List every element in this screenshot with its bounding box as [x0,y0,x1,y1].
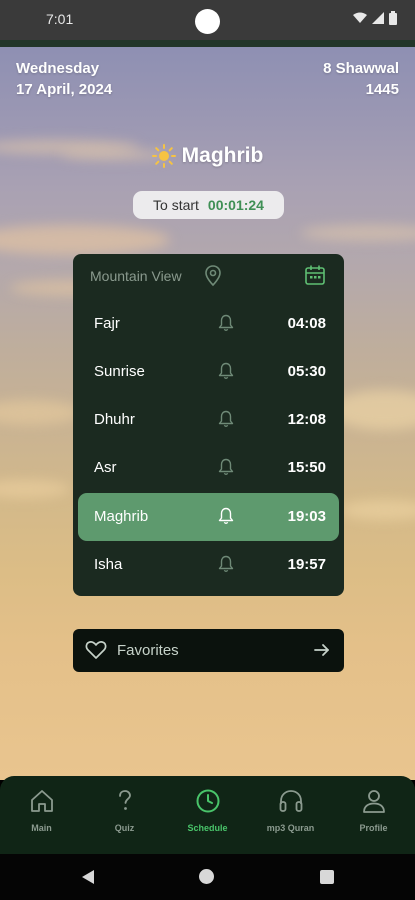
current-prayer: Maghrib [0,144,415,168]
nav-label: Profile [359,823,388,833]
nav-mp3-quran[interactable]: mp3 Quran [249,776,332,854]
status-time: 7:01 [46,11,74,27]
prayer-schedule-card: Mountain View Fajr 04:08 Sunrise 05:30 D… [73,254,344,596]
countdown-badge: To start 00:01:24 [133,191,284,219]
nav-main[interactable]: Main [0,776,83,854]
prayer-time: 05:30 [287,363,326,380]
prayer-time: 04:08 [287,315,326,332]
wifi-icon [353,12,367,23]
prayer-name: Fajr [94,315,120,332]
prayer-row-asr[interactable]: Asr 15:50 [78,444,339,492]
nav-label: mp3 Quran [266,823,315,833]
nav-label: Quiz [114,823,135,833]
nav-schedule[interactable]: Schedule [166,776,249,854]
sun-icon [151,144,176,168]
bell-icon[interactable] [218,458,234,476]
system-navigation-bar [0,854,415,900]
prayer-time: 19:57 [287,556,326,573]
clock-icon [196,789,220,813]
arrow-right-icon [314,644,329,656]
bell-icon[interactable] [218,362,234,380]
bottom-navigation: Main Quiz Schedule mp3 Quran Profile [0,776,415,854]
back-icon[interactable] [80,869,95,885]
home-button[interactable] [199,869,214,884]
nav-label: Main [31,823,52,833]
prayer-name: Isha [94,556,123,573]
prayer-row-isha[interactable]: Isha 19:57 [78,541,339,589]
hijri-day-month: 8 Shawwal [323,60,399,77]
home-icon [31,790,53,812]
bell-icon[interactable] [218,507,234,525]
person-icon [363,790,385,813]
top-divider [0,40,415,47]
calendar-icon[interactable] [304,264,326,286]
weekday: Wednesday [16,60,100,77]
prayer-row-sunrise[interactable]: Sunrise 05:30 [78,348,339,396]
prayer-row-fajr[interactable]: Fajr 04:08 [78,300,339,348]
hijri-date-block: 8 Shawwal 1445 [323,58,399,100]
prayer-name: Sunrise [94,363,145,380]
favorites-label: Favorites [117,642,179,659]
nav-label: Schedule [187,823,228,833]
prayer-name: Dhuhr [94,411,135,428]
status-bar: 7:01 [0,0,415,40]
current-prayer-name: Maghrib [181,144,264,167]
camera-cutout [195,9,220,34]
prayer-time: 19:03 [287,508,326,525]
location-label[interactable]: Mountain View [90,268,182,284]
nav-profile[interactable]: Profile [332,776,415,854]
nav-quiz[interactable]: Quiz [83,776,166,854]
recents-button[interactable] [320,870,334,884]
countdown-value: 00:01:24 [207,197,264,213]
gregorian-date: 17 April, 2024 [16,81,113,98]
headphones-icon [279,790,303,812]
countdown-label: To start [153,197,199,213]
prayer-time: 15:50 [287,459,326,476]
gregorian-date-block: Wednesday 17 April, 2024 [16,58,112,100]
prayer-time: 12:08 [287,411,326,428]
favorites-button[interactable]: Favorites [73,629,344,672]
location-pin-icon[interactable] [204,265,222,287]
signal-icon [372,12,384,24]
schedule-header: Mountain View [73,254,344,298]
hijri-year: 1445 [365,81,399,98]
prayer-row-maghrib[interactable]: Maghrib 19:03 [78,493,339,541]
prayer-name: Maghrib [94,508,149,525]
bell-icon[interactable] [218,555,234,573]
heart-icon [85,641,107,659]
question-icon [119,790,131,810]
battery-icon [389,11,397,25]
prayer-name: Asr [94,459,117,476]
prayer-row-dhuhr[interactable]: Dhuhr 12:08 [78,396,339,444]
status-icons [353,11,397,25]
bell-icon[interactable] [218,314,234,332]
bell-icon[interactable] [218,410,234,428]
